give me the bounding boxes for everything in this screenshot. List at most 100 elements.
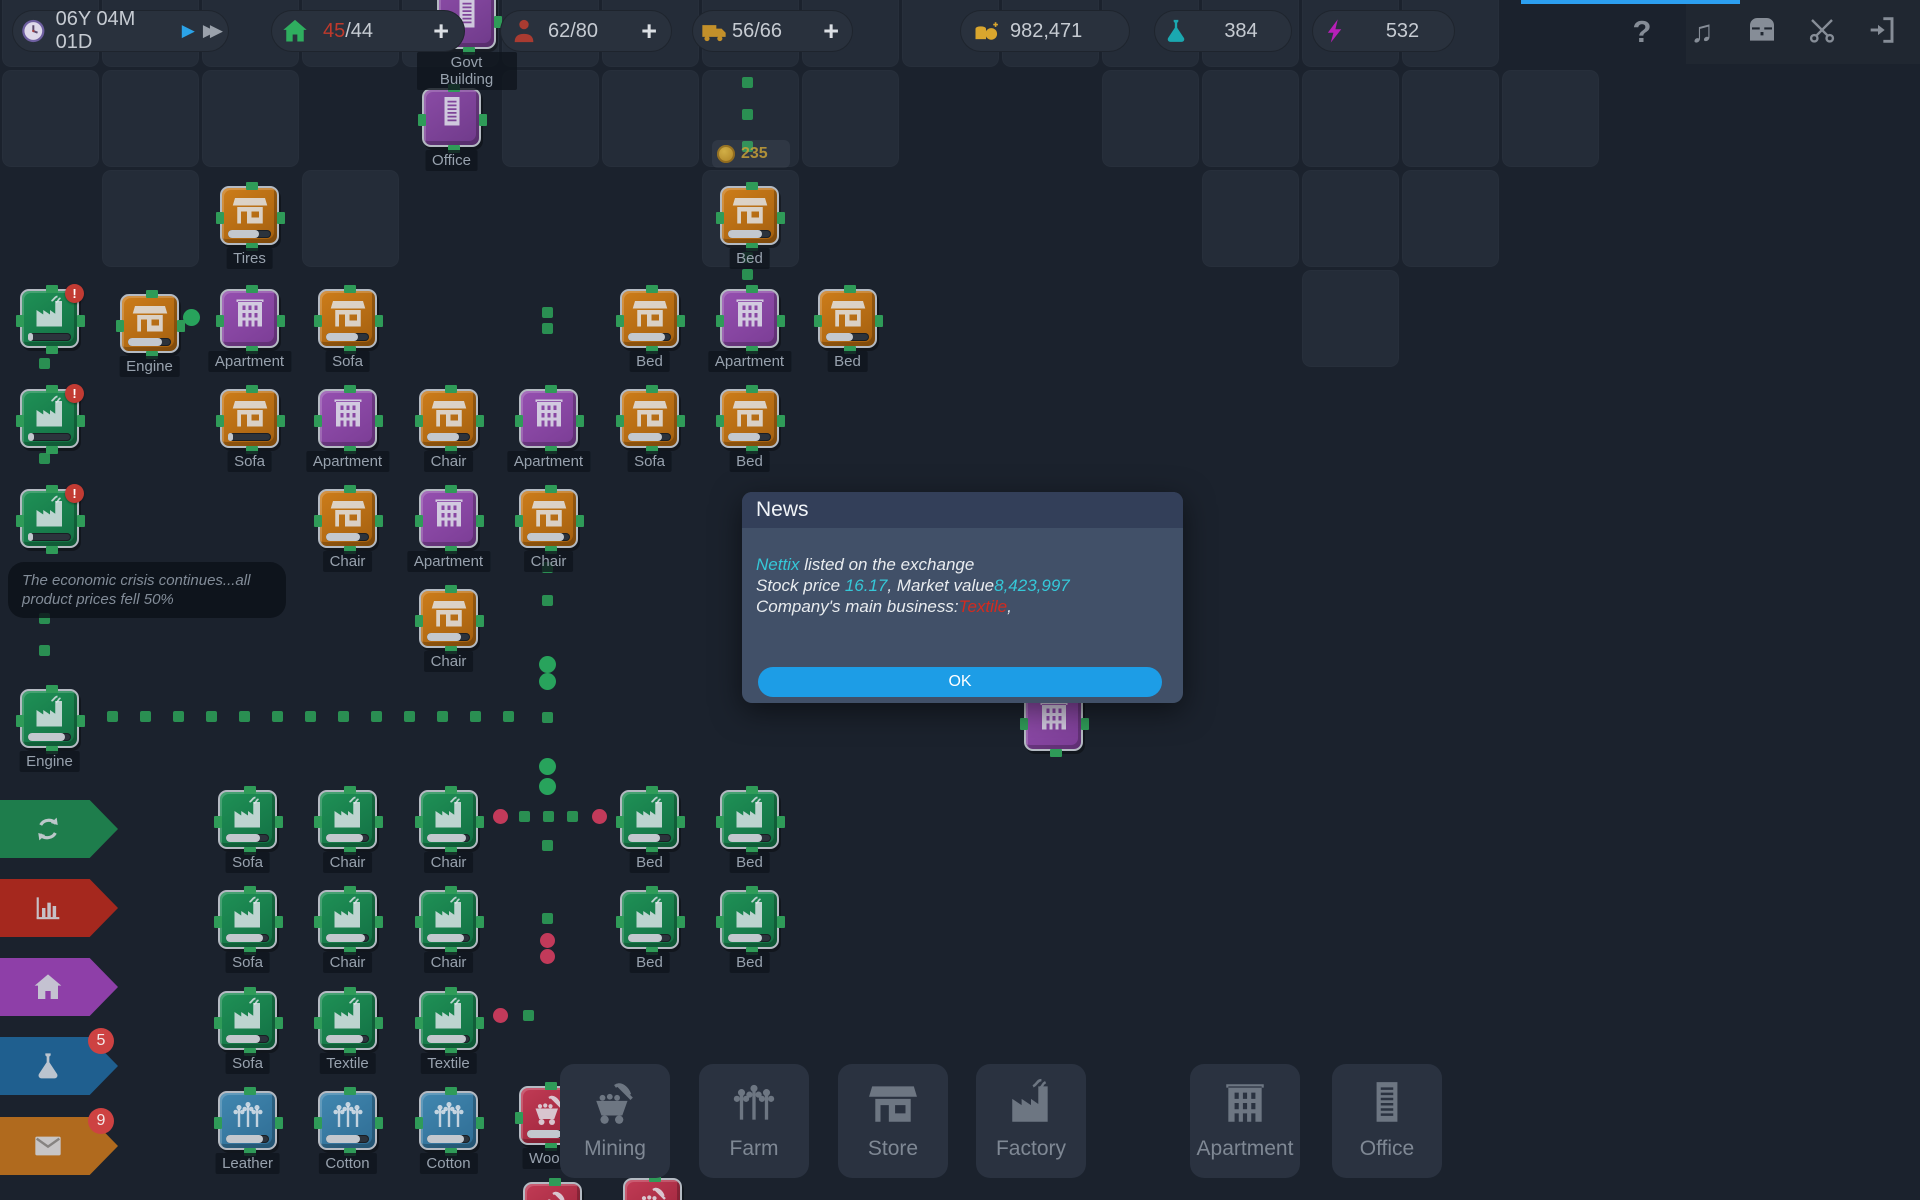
build-button-farm[interactable]: Farm xyxy=(699,1064,809,1178)
lightning-icon xyxy=(1322,17,1350,45)
building-tile-store-bed[interactable] xyxy=(818,289,877,348)
building-tile-farm-cotton[interactable] xyxy=(419,1091,478,1150)
store-icon xyxy=(330,495,366,531)
building-tile-office-office[interactable] xyxy=(422,88,481,147)
building-tile-mining[interactable] xyxy=(523,1182,582,1200)
building-tile-apartment-apartment[interactable] xyxy=(419,489,478,548)
sidebar-banner-house[interactable] xyxy=(0,958,118,1016)
building-tile-factory-sofa[interactable] xyxy=(218,991,277,1050)
building-tile-factory-bed[interactable] xyxy=(720,890,779,949)
building-tile-factory-chair[interactable] xyxy=(318,790,377,849)
building-tile-farm-leather[interactable] xyxy=(218,1091,277,1150)
building-tile-factory[interactable]: ! xyxy=(20,289,79,348)
path-dot-green xyxy=(404,711,415,722)
tile-progress-bar xyxy=(427,834,470,842)
building-tile-apartment-apartment[interactable] xyxy=(220,289,279,348)
barchart-icon xyxy=(32,892,64,924)
building-tile-store-chair[interactable] xyxy=(419,389,478,448)
tile-port xyxy=(576,515,584,527)
building-tile-store-bed[interactable] xyxy=(720,389,779,448)
cut-button[interactable] xyxy=(1802,14,1842,54)
building-tile-store-chair[interactable] xyxy=(519,489,578,548)
tile-port xyxy=(415,916,423,928)
tile-port xyxy=(277,315,285,327)
building-tile-farm-cotton[interactable] xyxy=(318,1091,377,1150)
path-dot-green xyxy=(542,913,553,924)
building-tile-factory-bed[interactable] xyxy=(720,790,779,849)
building-tile-factory-sofa[interactable] xyxy=(218,890,277,949)
path-dot-green xyxy=(338,711,349,722)
building-tile-mining[interactable] xyxy=(623,1178,682,1200)
mining-icon xyxy=(635,1184,671,1200)
tile-port xyxy=(16,315,24,327)
tile-port xyxy=(616,916,624,928)
sidebar-banner-barchart[interactable] xyxy=(0,879,118,937)
building-tile-store-sofa[interactable] xyxy=(318,289,377,348)
help-button[interactable]: ? xyxy=(1622,14,1662,50)
building-tile-factory-textile[interactable] xyxy=(419,991,478,1050)
building-tile-factory[interactable]: ! xyxy=(20,389,79,448)
build-button-mining[interactable]: Mining xyxy=(560,1064,670,1178)
tile-port xyxy=(244,1087,256,1095)
building-tile-store-sofa[interactable] xyxy=(220,389,279,448)
exit-button[interactable] xyxy=(1862,14,1902,54)
fast-forward-button[interactable]: ▶▶ xyxy=(203,21,217,41)
building-tile-factory-textile[interactable] xyxy=(318,991,377,1050)
building-tile-factory-chair[interactable] xyxy=(419,790,478,849)
factory-icon xyxy=(632,896,668,932)
sidebar-banner-recycle[interactable] xyxy=(0,800,118,858)
music-button[interactable]: ♫ xyxy=(1682,14,1722,50)
tile-port xyxy=(646,886,658,894)
building-tile-store-chair[interactable] xyxy=(419,589,478,648)
building-tile-factory-bed[interactable] xyxy=(620,890,679,949)
store-icon xyxy=(632,395,668,431)
building-tile-factory[interactable]: ! xyxy=(20,489,79,548)
mail-icon xyxy=(32,1130,64,1162)
building-tile-factory-engine[interactable] xyxy=(20,689,79,748)
building-tile-factory-chair[interactable] xyxy=(419,890,478,949)
tile-port xyxy=(77,315,85,327)
build-button-store[interactable]: Store xyxy=(838,1064,948,1178)
factory-icon xyxy=(632,796,668,832)
alert-badge: ! xyxy=(65,484,84,503)
store-icon xyxy=(431,395,467,431)
save-chest-button[interactable] xyxy=(1742,14,1782,54)
add-logistics-button[interactable]: + xyxy=(823,18,839,45)
tile-port xyxy=(344,385,356,393)
tile-port xyxy=(844,285,856,293)
add-housing-button[interactable]: + xyxy=(433,18,449,45)
build-button-apartment[interactable]: Apartment xyxy=(1190,1064,1300,1178)
building-tile-store-sofa[interactable] xyxy=(620,389,679,448)
building-tile-apartment-apartment[interactable] xyxy=(318,389,377,448)
tile-label: Chair xyxy=(323,852,373,873)
building-tile-apartment-apartment[interactable] xyxy=(519,389,578,448)
building-tile-factory-bed[interactable] xyxy=(620,790,679,849)
add-workers-button[interactable]: + xyxy=(641,18,657,45)
tile-port xyxy=(375,1117,383,1129)
research-value: 384 xyxy=(1224,20,1257,43)
building-tile-apartment-apartment[interactable] xyxy=(720,289,779,348)
grid-cell xyxy=(1402,170,1499,267)
tile-label: Chair xyxy=(323,551,373,572)
building-tile-factory-chair[interactable] xyxy=(318,890,377,949)
building-tile-store-engine[interactable] xyxy=(120,294,179,353)
game-map[interactable]: Govt BuildingOfficeTiresBed!EngineApartm… xyxy=(0,0,1920,1200)
build-button-factory[interactable]: Factory xyxy=(976,1064,1086,1178)
path-dot-green xyxy=(742,109,753,120)
build-button-office[interactable]: Office xyxy=(1332,1064,1442,1178)
factory-icon xyxy=(330,997,366,1033)
dialog-ok-button[interactable]: OK xyxy=(758,667,1162,697)
building-tile-store-tires[interactable] xyxy=(220,186,279,245)
building-tile-store-bed[interactable] xyxy=(720,186,779,245)
tile-port xyxy=(375,515,383,527)
path-dot-green xyxy=(542,595,553,606)
path-dot-green xyxy=(539,778,556,795)
coin-popup: 235 xyxy=(712,140,790,168)
play-button[interactable]: ▶ xyxy=(182,21,195,41)
house-icon xyxy=(32,971,64,1003)
building-tile-factory-sofa[interactable] xyxy=(218,790,277,849)
tile-port xyxy=(777,212,785,224)
building-tile-store-bed[interactable] xyxy=(620,289,679,348)
building-tile-store-chair[interactable] xyxy=(318,489,377,548)
path-dot-red xyxy=(540,949,555,964)
